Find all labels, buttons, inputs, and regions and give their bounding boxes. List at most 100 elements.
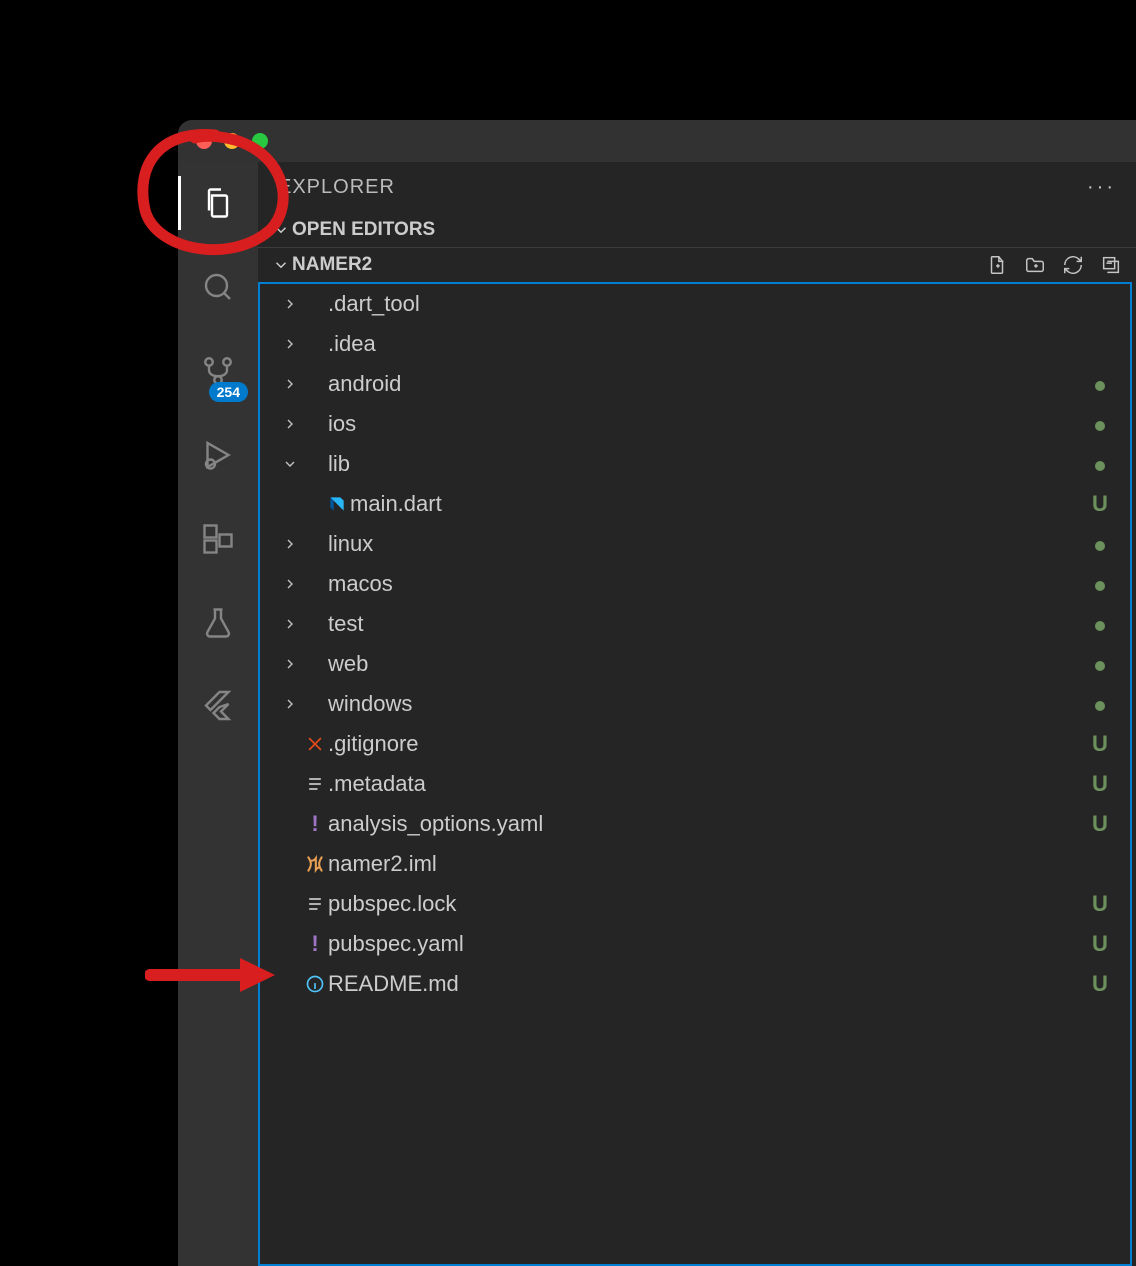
- tree-file[interactable]: !analysis_options.yamlU: [260, 804, 1130, 844]
- tree-item-label: macos: [328, 571, 1088, 597]
- section-open-editors-label: OPEN EDITORS: [292, 219, 435, 241]
- project-header-actions: [986, 254, 1122, 276]
- chevron-right-icon[interactable]: [278, 416, 302, 432]
- git-modified-dot: [1088, 611, 1112, 637]
- collapse-all-icon[interactable]: [1100, 254, 1122, 276]
- tree-item-label: test: [328, 611, 1088, 637]
- file-tree[interactable]: .dart_tool.ideaandroidioslibmain.dartUli…: [258, 282, 1132, 1266]
- tree-folder[interactable]: linux: [260, 524, 1130, 564]
- tree-item-label: README.md: [328, 971, 1088, 997]
- info-icon: [302, 974, 328, 994]
- flutter-icon: [200, 689, 236, 725]
- section-project[interactable]: NAMER2: [258, 247, 1136, 282]
- tree-item-label: linux: [328, 531, 1088, 557]
- sidebar: EXPLORER ··· OPEN EDITORS NAMER2: [258, 162, 1136, 1266]
- lines-icon: [302, 894, 328, 914]
- tree-folder[interactable]: ios: [260, 404, 1130, 444]
- tree-folder[interactable]: android: [260, 364, 1130, 404]
- zoom-window-button[interactable]: [252, 133, 268, 149]
- git-status-letter: U: [1088, 491, 1112, 517]
- git-status-letter: U: [1088, 971, 1112, 997]
- tree-folder[interactable]: lib: [260, 444, 1130, 484]
- tree-item-label: .gitignore: [328, 731, 1088, 757]
- chevron-right-icon[interactable]: [278, 696, 302, 712]
- tree-folder[interactable]: .dart_tool: [260, 284, 1130, 324]
- git-modified-dot: [1088, 571, 1112, 597]
- tree-item-label: ios: [328, 411, 1088, 437]
- activitybar-flutter[interactable]: [178, 680, 258, 734]
- activitybar-explorer[interactable]: [178, 176, 258, 230]
- activitybar-testing[interactable]: [178, 596, 258, 650]
- section-open-editors[interactable]: OPEN EDITORS: [258, 213, 1136, 247]
- iml-icon: [302, 854, 328, 874]
- chevron-down-icon: [270, 221, 292, 239]
- activitybar-search[interactable]: [178, 260, 258, 314]
- tree-item-label: lib: [328, 451, 1088, 477]
- tree-item-label: main.dart: [350, 491, 1088, 517]
- tree-item-label: .dart_tool: [328, 291, 1088, 317]
- run-debug-icon: [200, 437, 236, 473]
- beaker-icon: [200, 605, 236, 641]
- sidebar-title: EXPLORER: [278, 176, 395, 199]
- activitybar-source-control[interactable]: 254: [178, 344, 258, 398]
- source-control-badge: 254: [209, 382, 248, 402]
- chevron-right-icon[interactable]: [278, 616, 302, 632]
- search-icon: [200, 269, 236, 305]
- git-status-letter: U: [1088, 731, 1112, 757]
- git-status-letter: U: [1088, 771, 1112, 797]
- tree-item-label: namer2.iml: [328, 851, 1088, 877]
- tree-file[interactable]: !pubspec.yamlU: [260, 924, 1130, 964]
- tree-item-label: analysis_options.yaml: [328, 811, 1088, 837]
- tree-folder[interactable]: test: [260, 604, 1130, 644]
- git-status-letter: U: [1088, 931, 1112, 957]
- chevron-right-icon[interactable]: [278, 336, 302, 352]
- tree-file[interactable]: namer2.iml: [260, 844, 1130, 884]
- git-status-letter: U: [1088, 891, 1112, 917]
- chevron-right-icon[interactable]: [278, 656, 302, 672]
- dart-icon: [324, 494, 350, 514]
- chevron-right-icon[interactable]: [278, 536, 302, 552]
- chevron-right-icon[interactable]: [278, 576, 302, 592]
- tree-item-label: windows: [328, 691, 1088, 717]
- tree-item-label: .idea: [328, 331, 1088, 357]
- chevron-right-icon[interactable]: [278, 376, 302, 392]
- yaml-icon: !: [302, 813, 328, 835]
- tree-file[interactable]: pubspec.lockU: [260, 884, 1130, 924]
- titlebar: [178, 120, 1136, 162]
- git-modified-dot: [1088, 651, 1112, 677]
- tree-item-label: pubspec.lock: [328, 891, 1088, 917]
- git-modified-dot: [1088, 371, 1112, 397]
- activity-bar: 254: [178, 162, 258, 1266]
- new-folder-icon[interactable]: [1024, 254, 1046, 276]
- git-status-letter: U: [1088, 811, 1112, 837]
- activitybar-extensions[interactable]: [178, 512, 258, 566]
- tree-folder[interactable]: .idea: [260, 324, 1130, 364]
- git-modified-dot: [1088, 531, 1112, 557]
- tree-folder[interactable]: windows: [260, 684, 1130, 724]
- extensions-icon: [200, 521, 236, 557]
- app-window: 254 EXPLORER ···: [178, 120, 1136, 1266]
- tree-file[interactable]: .metadataU: [260, 764, 1130, 804]
- git-modified-dot: [1088, 451, 1112, 477]
- refresh-icon[interactable]: [1062, 254, 1084, 276]
- files-icon: [200, 185, 236, 221]
- new-file-icon[interactable]: [986, 254, 1008, 276]
- tree-item-label: .metadata: [328, 771, 1088, 797]
- tree-item-label: web: [328, 651, 1088, 677]
- tree-file[interactable]: main.dartU: [260, 484, 1130, 524]
- git-icon: [302, 734, 328, 754]
- tree-folder[interactable]: macos: [260, 564, 1130, 604]
- section-project-label: NAMER2: [292, 254, 372, 276]
- lines-icon: [302, 774, 328, 794]
- tree-item-label: android: [328, 371, 1088, 397]
- sidebar-title-row: EXPLORER ···: [258, 162, 1136, 213]
- sidebar-more-button[interactable]: ···: [1087, 176, 1116, 199]
- activitybar-run-debug[interactable]: [178, 428, 258, 482]
- chevron-right-icon[interactable]: [278, 296, 302, 312]
- close-window-button[interactable]: [196, 133, 212, 149]
- tree-file[interactable]: README.mdU: [260, 964, 1130, 1004]
- chevron-down-icon[interactable]: [278, 456, 302, 472]
- minimize-window-button[interactable]: [224, 133, 240, 149]
- tree-file[interactable]: .gitignoreU: [260, 724, 1130, 764]
- tree-folder[interactable]: web: [260, 644, 1130, 684]
